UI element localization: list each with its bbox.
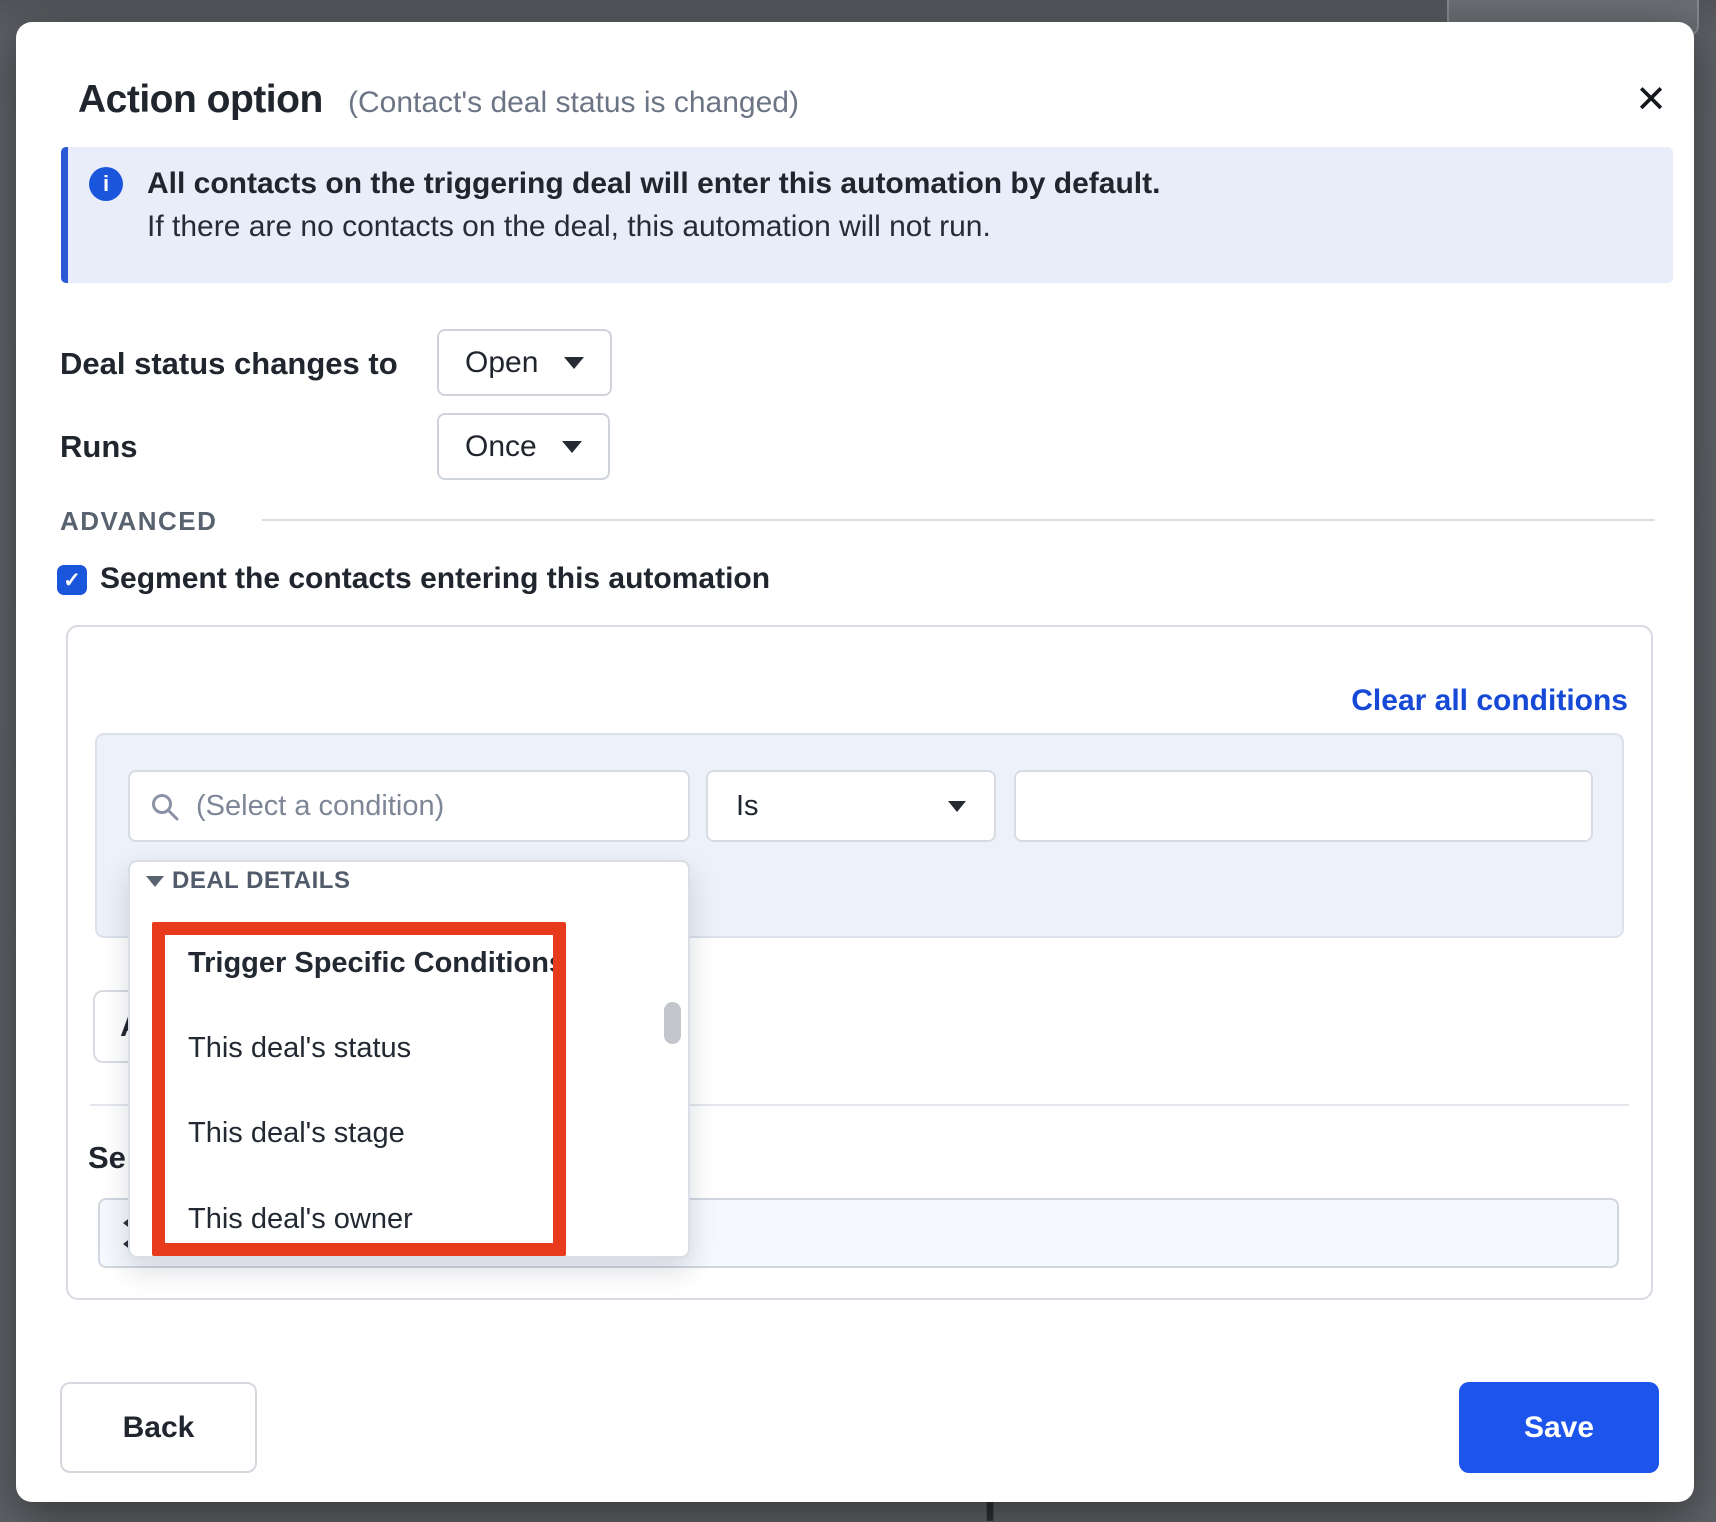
section-label-partial: Se xyxy=(88,1140,126,1176)
dropdown-scrollbar-thumb[interactable] xyxy=(664,1002,681,1044)
screen: T Action option (Contact's deal status i… xyxy=(0,0,1716,1522)
operator-value: Is xyxy=(736,790,759,823)
save-button[interactable]: Save xyxy=(1459,1382,1659,1473)
banner-line-1: All contacts on the triggering deal will… xyxy=(147,167,1160,201)
operator-select[interactable]: Is xyxy=(706,770,996,842)
search-icon xyxy=(150,792,180,822)
segment-checkbox[interactable]: ✓ xyxy=(57,565,87,595)
runs-value: Once xyxy=(465,430,537,464)
back-button[interactable]: Back xyxy=(60,1382,257,1473)
chevron-down-icon xyxy=(562,441,582,453)
segment-checkbox-label: Segment the contacts entering this autom… xyxy=(100,562,770,596)
check-icon: ✓ xyxy=(63,568,81,593)
advanced-divider xyxy=(262,519,1655,521)
action-option-modal: Action option (Contact's deal status is … xyxy=(16,22,1694,1502)
close-button[interactable]: ✕ xyxy=(1624,72,1678,126)
deal-status-value: Open xyxy=(465,346,538,380)
chevron-down-icon xyxy=(948,801,966,812)
advanced-heading: ADVANCED xyxy=(60,506,217,537)
runs-select[interactable]: Once xyxy=(437,413,610,480)
collapse-triangle-icon[interactable] xyxy=(146,876,164,887)
banner-line-2: If there are no contacts on the deal, th… xyxy=(147,210,991,244)
deal-status-select[interactable]: Open xyxy=(437,329,612,396)
condition-search-input[interactable]: (Select a condition) xyxy=(128,770,690,842)
chevron-down-icon xyxy=(564,357,584,369)
close-icon: ✕ xyxy=(1635,77,1667,122)
dropdown-group-label: DEAL DETAILS xyxy=(172,867,350,895)
condition-value-input[interactable] xyxy=(1014,770,1593,842)
annotation-red-box xyxy=(152,922,566,1256)
modal-title: Action option xyxy=(78,78,323,122)
runs-label: Runs xyxy=(60,429,138,465)
condition-search-placeholder: (Select a condition) xyxy=(196,790,444,823)
clear-all-conditions-link[interactable]: Clear all conditions xyxy=(1100,684,1628,718)
deal-status-label: Deal status changes to xyxy=(60,346,398,382)
modal-subtitle: (Contact's deal status is changed) xyxy=(348,86,799,120)
info-banner: i All contacts on the triggering deal wi… xyxy=(61,147,1673,283)
info-icon: i xyxy=(89,167,123,201)
